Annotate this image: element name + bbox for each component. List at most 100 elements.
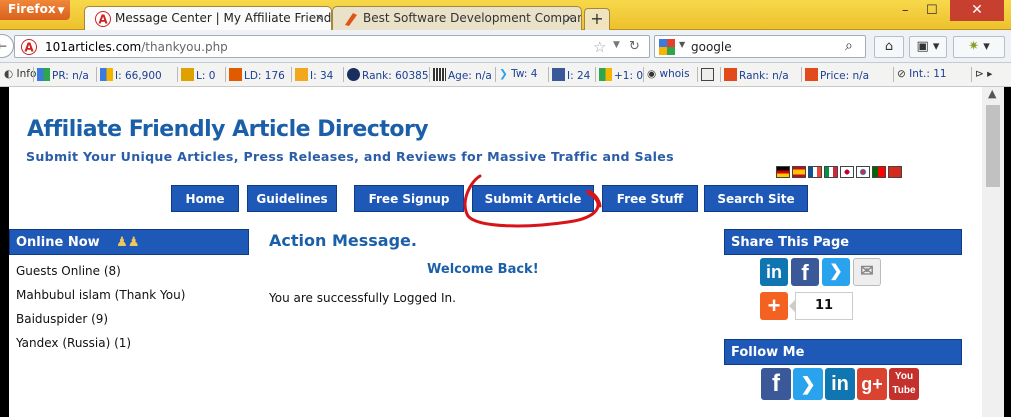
scroll-thumb[interactable] — [986, 105, 1000, 187]
seo-more[interactable]: ⊳ ▸ — [975, 68, 992, 80]
japanese-flag-icon[interactable] — [840, 166, 854, 178]
login-status-text: You are successfully Logged In. — [269, 291, 456, 305]
google-plus-follow-icon[interactable]: g+ — [857, 368, 887, 400]
search-icon[interactable]: ⌕ — [845, 38, 853, 54]
site-title[interactable]: Affiliate Friendly Article Directory — [27, 117, 429, 142]
seo-source[interactable] — [701, 68, 716, 82]
scroll-up-icon[interactable]: ▲ — [988, 87, 996, 100]
history-dropdown-icon[interactable]: ▼ — [613, 40, 620, 50]
window-close-button[interactable]: ✕ — [950, 0, 1004, 21]
google-icon — [37, 68, 50, 81]
chinese-flag-icon[interactable] — [888, 166, 902, 178]
portuguese-flag-icon[interactable] — [872, 166, 886, 178]
menu-free-stuff[interactable]: Free Stuff — [602, 185, 698, 212]
seo-yahoo-links[interactable]: L: 0 — [181, 68, 215, 82]
facebook-follow-icon[interactable]: f — [761, 368, 791, 400]
tab-software-company[interactable]: Best Software Development Compan... × — [332, 6, 582, 30]
gear-icon: ✷ — [968, 39, 980, 54]
online-yandex: Yandex (Russia) (1) — [16, 336, 132, 350]
menu-guidelines[interactable]: Guidelines — [247, 185, 337, 212]
seo-semrush-price[interactable]: Price: n/a — [805, 68, 869, 82]
url-bar[interactable]: A 101articles.com/thankyou.php ☆ ▼ ↻ — [14, 35, 650, 58]
online-baiduspider: Baiduspider (9) — [16, 312, 109, 326]
site-tagline: Submit Your Unique Articles, Press Relea… — [26, 149, 674, 164]
facebook-icon — [552, 68, 565, 81]
action-message-heading: Action Message. — [269, 231, 417, 250]
search-engine-dropdown-icon[interactable]: ▼ — [679, 40, 685, 49]
software-favicon-icon — [345, 13, 357, 26]
back-button[interactable]: ← — [0, 34, 14, 58]
site-favicon-icon: A — [95, 11, 111, 27]
url-text[interactable]: 101articles.com/thankyou.php — [45, 40, 228, 54]
share-count: 11 — [795, 292, 853, 320]
french-flag-icon[interactable] — [808, 166, 822, 178]
seo-google-index[interactable]: I: 66,900 — [100, 68, 162, 82]
navigation-bar: ← A 101articles.com/thankyou.php ☆ ▼ ↻ ▼… — [0, 30, 1011, 63]
italian-flag-icon[interactable] — [824, 166, 838, 178]
menu-home[interactable]: Home — [171, 185, 239, 212]
seo-whois[interactable]: ◉ whois — [647, 68, 690, 80]
tab-message-center[interactable]: A Message Center | My Affiliate Friendl.… — [84, 6, 332, 30]
screen-button[interactable]: ▣ ▾ — [909, 36, 947, 58]
online-guests: Guests Online (8) — [16, 264, 121, 278]
site-identity-icon: A — [21, 39, 37, 55]
seo-info[interactable]: ◐ Info — [4, 68, 36, 80]
new-tab-button[interactable]: + — [584, 8, 610, 30]
maximize-button[interactable]: ☐ — [926, 3, 938, 18]
seo-facebook[interactable]: I: 24 — [552, 68, 590, 82]
seo-semrush-rank[interactable]: Rank: n/a — [724, 68, 789, 82]
email-icon[interactable]: ✉ — [853, 258, 881, 286]
german-flag-icon[interactable] — [776, 166, 790, 178]
addon-button[interactable]: ✷ ▾ — [953, 36, 1005, 58]
more-icon: ⊳ ▸ — [975, 68, 993, 80]
online-user[interactable]: Mahbubul islam (Thank You) — [16, 288, 185, 302]
addthis-plus-icon[interactable]: + — [760, 292, 788, 320]
seo-tweets[interactable]: ❯ Tw: 4 — [499, 68, 537, 80]
seo-plus-one[interactable]: +1: 0 — [599, 68, 643, 82]
yahoo-icon — [181, 68, 194, 81]
search-input[interactable]: google — [691, 40, 732, 54]
search-bar[interactable]: ▼ google ⌕ — [654, 35, 866, 58]
home-button[interactable]: ⌂ — [874, 36, 904, 58]
google-icon — [659, 39, 675, 55]
seo-pagerank[interactable]: PR: n/a — [37, 68, 89, 82]
vertical-scrollbar[interactable]: ▲ — [982, 87, 1004, 417]
seo-internal-links[interactable]: ⊘ Int.: 11 — [897, 68, 947, 80]
info-icon: ◐ — [4, 68, 14, 80]
links-icon: ⊘ — [897, 68, 906, 80]
youtube-follow-icon[interactable]: You Tube — [889, 368, 919, 400]
minimize-button[interactable]: – — [902, 3, 909, 18]
spanish-flag-icon[interactable] — [792, 166, 806, 178]
seo-bing-index[interactable]: I: 34 — [295, 68, 333, 82]
source-icon — [701, 68, 714, 81]
yahoo-icon — [229, 68, 242, 81]
twitter-follow-icon[interactable]: ❯ — [793, 368, 823, 400]
annotation-red-circle — [463, 174, 602, 228]
users-icon: ♟♟ — [116, 235, 140, 250]
linkedin-icon[interactable]: in — [760, 258, 788, 286]
reload-icon[interactable]: ↻ — [629, 39, 640, 54]
svg-text:A: A — [24, 41, 34, 55]
bookmark-star-icon[interactable]: ☆ — [593, 38, 606, 56]
screen-icon: ▣ ▾ — [916, 39, 940, 54]
welcome-message: Welcome Back! — [427, 262, 539, 277]
google-icon — [599, 68, 612, 81]
tab-close-icon[interactable]: × — [565, 11, 574, 24]
share-heading: Share This Page — [724, 229, 962, 255]
svg-text:A: A — [98, 13, 108, 27]
seo-linking-domains[interactable]: LD: 176 — [229, 68, 285, 82]
linkedin-follow-icon[interactable]: in — [825, 368, 855, 400]
twitter-icon: ❯ — [499, 68, 508, 80]
back-arrow-icon: ← — [0, 39, 8, 53]
facebook-icon[interactable]: f — [791, 258, 819, 286]
archive-icon — [433, 68, 446, 81]
seo-alexa-rank[interactable]: Rank: 60385 — [347, 68, 429, 82]
korean-flag-icon[interactable] — [856, 166, 870, 178]
firefox-menu-button[interactable]: Firefox ▼ — [0, 0, 70, 20]
menu-search-site[interactable]: Search Site — [704, 185, 808, 212]
google-icon — [100, 68, 113, 81]
menu-free-signup[interactable]: Free Signup — [354, 185, 464, 212]
twitter-icon[interactable]: ❯ — [822, 258, 850, 286]
tab-close-icon[interactable]: × — [315, 11, 324, 24]
seo-domain-age[interactable]: Age: n/a — [433, 68, 492, 82]
